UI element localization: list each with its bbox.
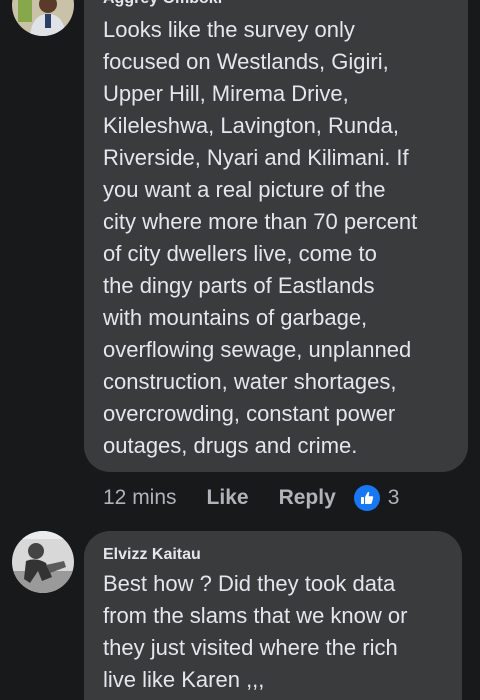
commenter-avatar[interactable] xyxy=(12,531,74,593)
comment-text: Looks like the survey only focused on We… xyxy=(103,17,418,458)
comment-bubble[interactable]: Aggrey Omboki Looks like the survey only… xyxy=(84,0,468,472)
commenter-avatar[interactable] xyxy=(12,0,74,36)
comment-actions: 12 mins Like Reply 3 xyxy=(103,484,399,512)
comment-bubble[interactable]: Elvizz Kaitau Best how ? Did they took d… xyxy=(84,531,462,700)
comment-text: Best how ? Did they took data from the s… xyxy=(103,571,408,692)
like-button[interactable]: Like xyxy=(207,486,249,510)
profile-photo-icon xyxy=(12,0,74,36)
comment-author[interactable]: Aggrey Omboki xyxy=(103,0,222,8)
comments-thread: Aggrey Omboki Looks like the survey only… xyxy=(0,0,480,700)
comment-timestamp[interactable]: 12 mins xyxy=(103,486,177,510)
profile-photo-icon xyxy=(12,531,74,593)
reaction-count[interactable]: 3 xyxy=(388,486,400,510)
comment-author[interactable]: Elvizz Kaitau xyxy=(103,546,201,564)
like-thumbs-up-icon[interactable] xyxy=(353,485,380,511)
reply-button[interactable]: Reply xyxy=(279,486,336,510)
